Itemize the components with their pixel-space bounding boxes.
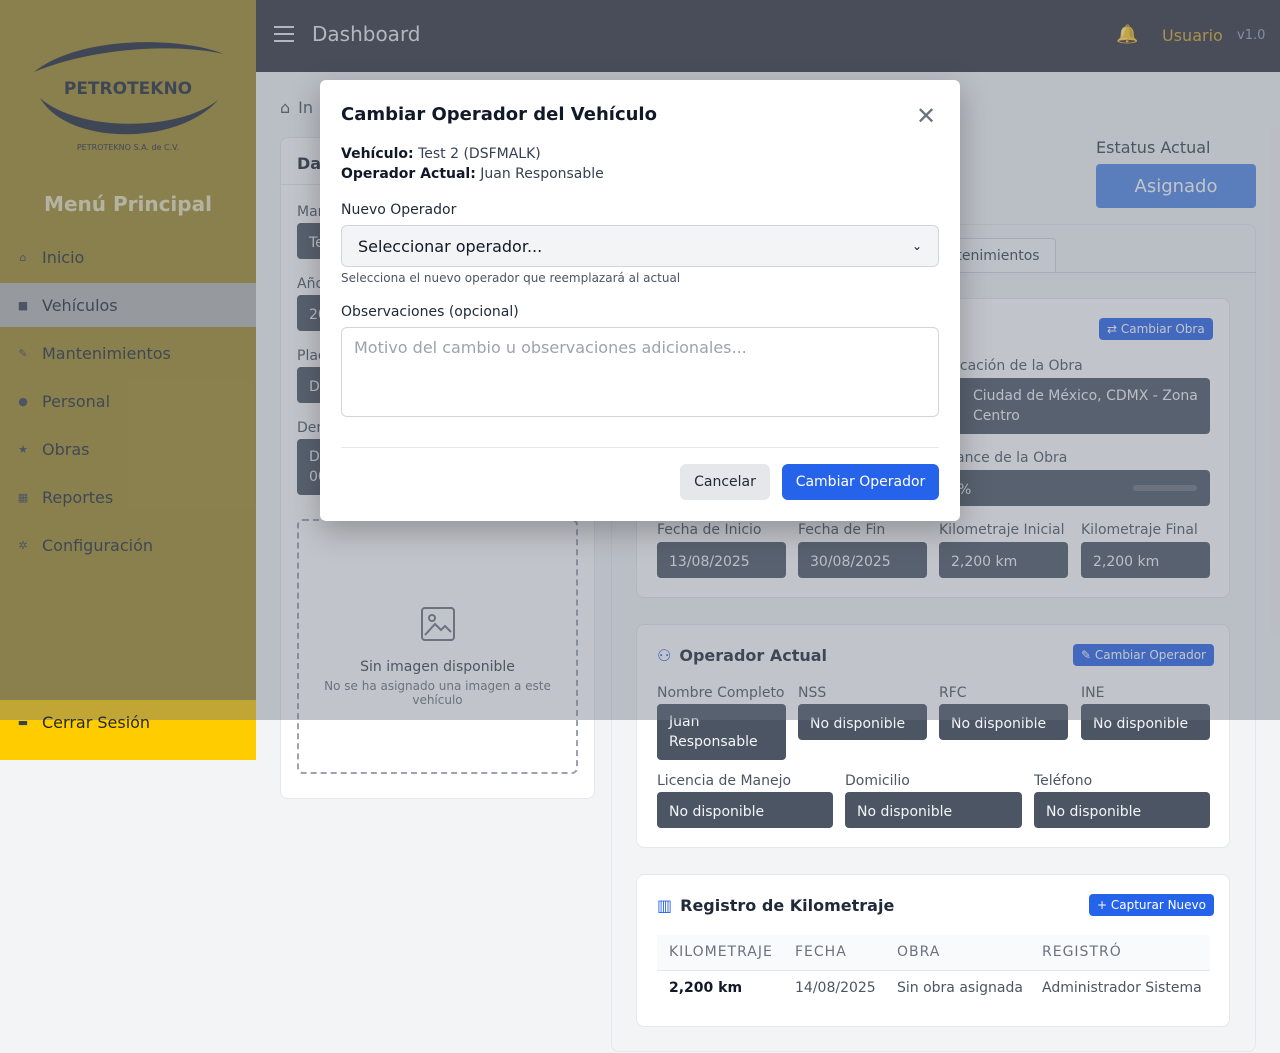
- table-header: KILOMETRAJE FECHA OBRA REGISTRÓ: [657, 935, 1210, 971]
- cell-registro: Administrador Sistema: [1042, 980, 1202, 996]
- logout-button[interactable]: ▬ Cerrar Sesión: [0, 700, 256, 744]
- bar-chart-icon: ▥: [657, 896, 673, 915]
- logout-label: Cerrar Sesión: [42, 712, 151, 732]
- close-icon[interactable]: ✕: [916, 102, 936, 130]
- change-operator-modal: Cambiar Operador del Vehículo ✕ Vehículo…: [320, 80, 960, 521]
- select-help-text: Selecciona el nuevo operador que reempla…: [341, 271, 681, 285]
- label-licencia: Licencia de Manejo: [657, 773, 792, 789]
- nuevo-operador-label: Nuevo Operador: [341, 202, 457, 218]
- observaciones-label: Observaciones (opcional): [341, 304, 519, 320]
- cell-fecha: 14/08/2025: [795, 980, 876, 996]
- table-row: 2,200 km 14/08/2025 Sin obra asignada Ad…: [657, 971, 1210, 1007]
- cancel-button[interactable]: Cancelar: [680, 464, 770, 500]
- logout-icon: ▬: [17, 715, 29, 729]
- operador-actual-value: Juan Responsable: [480, 166, 604, 182]
- vehiculo-label: Vehículo:: [341, 146, 414, 162]
- operator-select-value: Seleccionar operador...: [358, 236, 543, 256]
- change-operator-button[interactable]: Cambiar Operador: [782, 464, 939, 500]
- operator-select[interactable]: Seleccionar operador... ⌄: [341, 225, 939, 267]
- col-obra: OBRA: [897, 944, 941, 960]
- cell-obra: Sin obra asignada: [897, 980, 1023, 996]
- kilometraje-title-text: Registro de Kilometraje: [680, 896, 895, 915]
- col-kilometraje: KILOMETRAJE: [669, 944, 773, 960]
- field-licencia: No disponible: [657, 792, 833, 828]
- modal-divider: [341, 447, 939, 448]
- col-registro: REGISTRÓ: [1042, 944, 1122, 960]
- modal-title: Cambiar Operador del Vehículo: [341, 104, 657, 125]
- modal-vehiculo: Vehículo: Test 2 (DSFMALK): [341, 146, 541, 162]
- label-domicilio: Domicilio: [845, 773, 910, 789]
- col-fecha: FECHA: [795, 944, 847, 960]
- chevron-down-icon: ⌄: [911, 239, 922, 253]
- operador-actual-label: Operador Actual:: [341, 166, 476, 182]
- observaciones-textarea[interactable]: Motivo del cambio u observaciones adicio…: [341, 327, 939, 417]
- capture-km-button[interactable]: + Capturar Nuevo: [1089, 894, 1214, 916]
- kilometraje-title: ▥ Registro de Kilometraje: [657, 896, 894, 915]
- field-telefono: No disponible: [1034, 792, 1210, 828]
- vehiculo-value: Test 2 (DSFMALK): [418, 146, 541, 162]
- modal-operador-actual: Operador Actual: Juan Responsable: [341, 166, 604, 182]
- cell-kilometraje: 2,200 km: [669, 980, 743, 996]
- field-domicilio: No disponible: [845, 792, 1022, 828]
- label-telefono: Teléfono: [1034, 773, 1093, 789]
